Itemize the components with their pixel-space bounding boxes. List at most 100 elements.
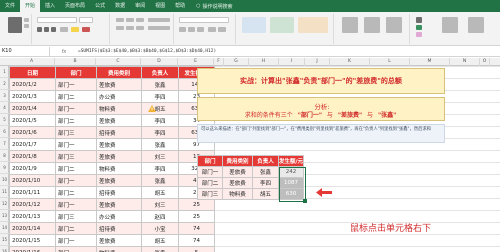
ribbon-tab[interactable]: 插入: [40, 0, 60, 12]
ribbon-tab[interactable]: 公式: [90, 0, 110, 12]
summary-header-amount[interactable]: 发生额/元: [277, 155, 305, 167]
department-cell[interactable]: 部门一: [55, 78, 97, 91]
person-cell[interactable]: 李四: [141, 114, 179, 127]
ribbon-tab[interactable]: 页面布局: [60, 0, 90, 12]
row-header[interactable]: 7: [0, 138, 9, 150]
italic-icon[interactable]: [44, 27, 49, 32]
conditional-formatting-icon[interactable]: [242, 17, 266, 33]
department-cell[interactable]: 部门一: [55, 138, 97, 151]
delete-cells-icon[interactable]: [364, 17, 380, 33]
department-cell[interactable]: 部门一: [55, 174, 97, 187]
summary-expense-type-cell[interactable]: 差旅费: [222, 166, 253, 178]
expense-type-cell[interactable]: 招待费: [96, 222, 142, 235]
column-header[interactable]: A: [9, 58, 55, 66]
column-header[interactable]: D: [141, 58, 178, 66]
ribbon-tab[interactable]: 视图: [150, 0, 170, 12]
summary-header-person[interactable]: 负责人: [252, 155, 279, 167]
column-header[interactable]: J: [305, 58, 330, 66]
person-cell[interactable]: 赵四: [141, 210, 179, 223]
person-cell[interactable]: 胡五: [141, 234, 179, 247]
summary-person-cell[interactable]: 张鑫: [252, 166, 279, 178]
row-header[interactable]: 16: [0, 246, 9, 252]
fill-icon[interactable]: [416, 25, 422, 30]
row-header[interactable]: 8: [0, 150, 9, 162]
department-cell[interactable]: 部门一: [55, 198, 97, 211]
person-cell[interactable]: 胡五: [141, 186, 179, 199]
paste-icon[interactable]: [8, 17, 22, 33]
font-size-dropdown[interactable]: [79, 17, 93, 23]
column-header[interactable]: O: [480, 58, 490, 66]
merge-center-button[interactable]: [148, 26, 170, 30]
font-name-dropdown[interactable]: [37, 17, 77, 23]
date-cell[interactable]: 2020/1/13: [9, 210, 56, 223]
person-cell[interactable]: 张鑫: [141, 174, 179, 187]
format-as-table-icon[interactable]: [270, 17, 294, 33]
row-header[interactable]: 10: [0, 174, 9, 186]
row-header[interactable]: 2: [0, 78, 9, 90]
percent-icon[interactable]: [188, 27, 195, 32]
date-cell[interactable]: 2020/1/5: [9, 114, 56, 127]
row-header[interactable]: 11: [0, 186, 9, 198]
expense-type-cell[interactable]: 差旅费: [96, 78, 142, 91]
person-cell[interactable]: 李四: [141, 162, 179, 175]
find-select-icon[interactable]: [468, 17, 484, 33]
decrease-decimal-icon[interactable]: [218, 27, 226, 32]
date-cell[interactable]: 2020/1/15: [9, 234, 56, 247]
expense-type-cell[interactable]: 差旅费: [96, 138, 142, 151]
fill-color-icon[interactable]: [71, 27, 79, 32]
date-cell[interactable]: 2020/1/4: [9, 102, 56, 115]
expense-type-cell[interactable]: 招待费: [96, 186, 142, 199]
ribbon-tab[interactable]: 文件: [0, 0, 20, 12]
amount-cell[interactable]: 25: [178, 210, 215, 223]
row-header[interactable]: 6: [0, 126, 9, 138]
column-header[interactable]: F: [214, 58, 224, 66]
row-header[interactable]: 12: [0, 198, 9, 210]
date-cell[interactable]: 2020/1/16: [9, 246, 56, 252]
row-header[interactable]: 15: [0, 234, 9, 246]
align-middle-icon[interactable]: [126, 18, 134, 22]
department-cell[interactable]: 部门二: [55, 186, 97, 199]
align-left-icon[interactable]: [116, 26, 124, 30]
row-header[interactable]: 14: [0, 222, 9, 234]
font-color-icon[interactable]: [82, 27, 90, 32]
expense-type-cell[interactable]: 差旅费: [96, 150, 142, 163]
row-header[interactable]: 3: [0, 90, 9, 102]
date-cell[interactable]: 2020/1/3: [9, 90, 56, 103]
amount-cell[interactable]: 74: [178, 234, 215, 247]
function-icon[interactable]: fx: [50, 49, 78, 55]
column-header[interactable]: C: [96, 58, 141, 66]
error-warning-icon[interactable]: [148, 105, 156, 112]
summary-amount-cell[interactable]: 1087: [277, 177, 305, 189]
summary-expense-type-cell[interactable]: 差旅费: [222, 177, 253, 189]
ribbon-tab[interactable]: 审阅: [130, 0, 150, 12]
cell-styles-icon[interactable]: [298, 17, 328, 33]
ribbon-tab[interactable]: 数据: [110, 0, 130, 12]
currency-icon[interactable]: [179, 27, 186, 32]
date-cell[interactable]: 2020/1/7: [9, 138, 56, 151]
row-header[interactable]: 9: [0, 162, 9, 174]
department-cell[interactable]: 部门二: [55, 114, 97, 127]
align-bottom-icon[interactable]: [136, 18, 144, 22]
date-cell[interactable]: 2020/1/10: [9, 174, 56, 187]
person-cell[interactable]: 刘三: [141, 198, 179, 211]
column-header[interactable]: G: [224, 58, 249, 66]
expense-type-cell[interactable]: 物料费: [96, 162, 142, 175]
fill-handle[interactable]: [303, 199, 307, 203]
header-date[interactable]: 日期: [9, 66, 56, 79]
increase-decimal-icon[interactable]: [208, 27, 216, 32]
summary-department-cell[interactable]: 部门一: [197, 166, 223, 178]
date-cell[interactable]: 2020/1/14: [9, 222, 56, 235]
row-header[interactable]: 13: [0, 210, 9, 222]
header-department[interactable]: 部门: [55, 66, 97, 79]
column-header[interactable]: H: [249, 58, 279, 66]
person-cell[interactable]: 张鑫: [141, 138, 179, 151]
underline-icon[interactable]: [51, 27, 56, 32]
person-cell[interactable]: 李四: [141, 90, 179, 103]
expense-type-cell[interactable]: 差旅费: [96, 198, 142, 211]
department-cell[interactable]: 部门三: [55, 150, 97, 163]
wrap-text-button[interactable]: [148, 18, 170, 22]
amount-cell[interactable]: 5: [178, 246, 215, 252]
column-header[interactable]: B: [55, 58, 96, 66]
summary-header-expense-type[interactable]: 费用类别: [222, 155, 253, 167]
expense-type-cell[interactable]: 物料费: [96, 246, 142, 252]
